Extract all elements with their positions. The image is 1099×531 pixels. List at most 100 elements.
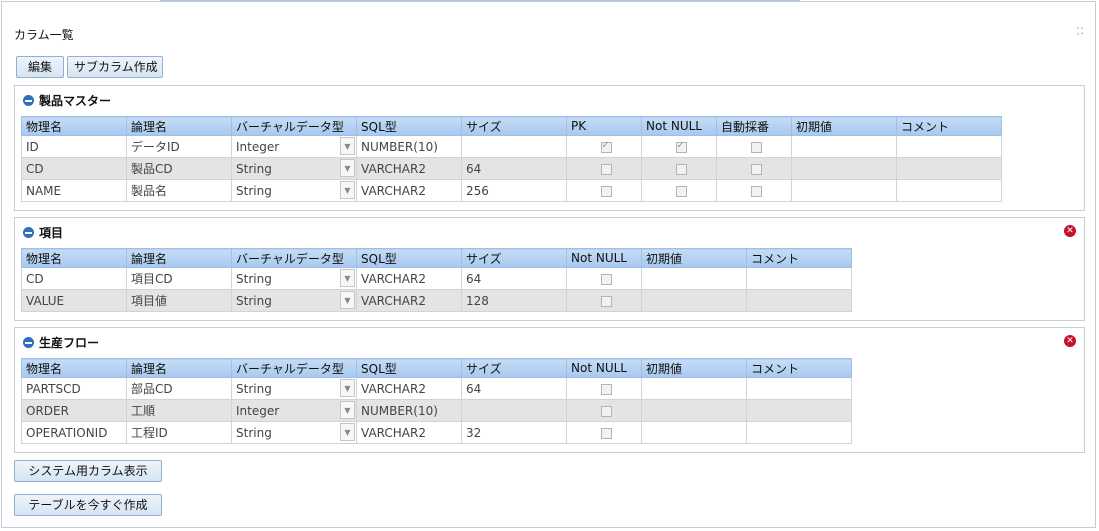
table-cell[interactable]: ID [21,135,127,158]
table-cell[interactable]: VARCHAR2 [356,267,462,290]
table-cell[interactable]: OPERATIONID [21,421,127,444]
table-cell[interactable]: 工程ID [126,421,232,444]
checkbox[interactable] [600,427,612,439]
create-table-now-button[interactable]: テーブルを今すぐ作成 [14,494,162,516]
table-cell[interactable]: 64 [461,157,567,180]
table-cell[interactable] [461,135,567,158]
table-cell[interactable] [896,179,1002,202]
checkbox-cell[interactable] [566,157,642,180]
checkbox-cell[interactable] [641,179,717,202]
table-cell[interactable]: 32 [461,421,567,444]
checkbox[interactable] [600,273,612,285]
checkbox[interactable] [600,140,612,153]
checkbox[interactable] [675,163,687,175]
table-row[interactable]: ID データID Integer ▼ NUMBER(10) [21,135,1002,158]
table-cell[interactable]: 工順 [126,399,232,422]
dropdown-arrow-icon[interactable]: ▼ [340,401,355,419]
table-cell[interactable] [896,157,1002,180]
table-cell[interactable] [791,157,897,180]
checkbox-cell[interactable] [566,267,642,290]
checkbox[interactable] [600,383,612,395]
checkbox[interactable] [750,185,762,197]
table-cell[interactable] [791,179,897,202]
collapse-icon[interactable] [23,226,34,238]
table-cell[interactable]: NUMBER(10) [356,399,462,422]
table-row[interactable]: PARTSCD 部品CD String ▼ VARCHAR2 64 [21,377,852,400]
table-cell[interactable]: ORDER [21,399,127,422]
checkbox[interactable] [600,185,612,197]
table-cell[interactable]: CD [21,157,127,180]
table-cell[interactable] [746,399,852,422]
table-cell[interactable]: VALUE [21,289,127,312]
virtual-type-select[interactable]: String ▼ [231,179,357,202]
virtual-type-select[interactable]: String ▼ [231,267,357,290]
checkbox-cell[interactable] [716,135,792,158]
checkbox-cell[interactable] [566,399,642,422]
checkbox-cell[interactable] [566,135,642,158]
table-cell[interactable]: 64 [461,267,567,290]
dropdown-arrow-icon[interactable]: ▼ [340,159,355,177]
table-cell[interactable]: データID [126,135,232,158]
table-cell[interactable]: VARCHAR2 [356,289,462,312]
checkbox-cell[interactable] [641,135,717,158]
checkbox[interactable] [600,163,612,175]
virtual-type-select[interactable]: String ▼ [231,289,357,312]
table-cell[interactable]: 128 [461,289,567,312]
checkbox[interactable] [675,185,687,197]
table-cell[interactable] [746,289,852,312]
table-row[interactable]: CD 項目CD String ▼ VARCHAR2 64 [21,267,852,290]
edit-button[interactable]: 編集 [16,56,64,78]
table-row[interactable]: ORDER 工順 Integer ▼ NUMBER(10) [21,399,852,422]
dropdown-arrow-icon[interactable]: ▼ [340,379,355,397]
checkbox-cell[interactable] [566,289,642,312]
table-cell[interactable] [641,399,747,422]
table-cell[interactable] [791,135,897,158]
dropdown-arrow-icon[interactable]: ▼ [340,291,355,309]
table-cell[interactable]: VARCHAR2 [356,377,462,400]
table-cell[interactable] [641,267,747,290]
checkbox[interactable] [600,295,612,307]
table-cell[interactable]: VARCHAR2 [356,157,462,180]
table-cell[interactable]: 項目値 [126,289,232,312]
table-cell[interactable]: 項目CD [126,267,232,290]
virtual-type-select[interactable]: String ▼ [231,157,357,180]
remove-table-icon[interactable]: ✕ [1064,335,1076,347]
dropdown-arrow-icon[interactable]: ▼ [340,137,355,155]
checkbox[interactable] [600,405,612,417]
table-cell[interactable]: 製品CD [126,157,232,180]
checkbox-cell[interactable] [566,179,642,202]
checkbox-cell[interactable] [566,377,642,400]
checkbox[interactable] [750,141,762,153]
table-cell[interactable]: NUMBER(10) [356,135,462,158]
table-cell[interactable]: 製品名 [126,179,232,202]
checkbox-cell[interactable] [716,179,792,202]
checkbox[interactable] [675,140,687,153]
collapse-icon[interactable] [23,94,34,106]
table-cell[interactable] [746,421,852,444]
collapse-icon[interactable] [23,336,34,348]
show-system-columns-button[interactable]: システム用カラム表示 [14,460,162,482]
checkbox-cell[interactable] [716,157,792,180]
table-cell[interactable]: VARCHAR2 [356,179,462,202]
virtual-type-select[interactable]: String ▼ [231,377,357,400]
virtual-type-select[interactable]: String ▼ [231,421,357,444]
dropdown-arrow-icon[interactable]: ▼ [340,181,355,199]
checkbox[interactable] [750,163,762,175]
create-subcolumn-button[interactable]: サブカラム作成 [67,56,163,78]
expand-icon[interactable]: ⛶ [1074,26,1086,38]
table-cell[interactable]: 部品CD [126,377,232,400]
table-cell[interactable] [641,421,747,444]
table-cell[interactable]: PARTSCD [21,377,127,400]
table-cell[interactable]: VARCHAR2 [356,421,462,444]
dropdown-arrow-icon[interactable]: ▼ [340,423,355,441]
table-row[interactable]: VALUE 項目値 String ▼ VARCHAR2 128 [21,289,852,312]
table-cell[interactable]: NAME [21,179,127,202]
table-cell[interactable] [641,289,747,312]
table-cell[interactable] [746,377,852,400]
table-cell[interactable] [461,399,567,422]
table-row[interactable]: NAME 製品名 String ▼ VARCHAR2 256 [21,179,1002,202]
table-row[interactable]: OPERATIONID 工程ID String ▼ VARCHAR2 32 [21,421,852,444]
table-cell[interactable]: 64 [461,377,567,400]
table-cell[interactable]: 256 [461,179,567,202]
table-cell[interactable] [896,135,1002,158]
